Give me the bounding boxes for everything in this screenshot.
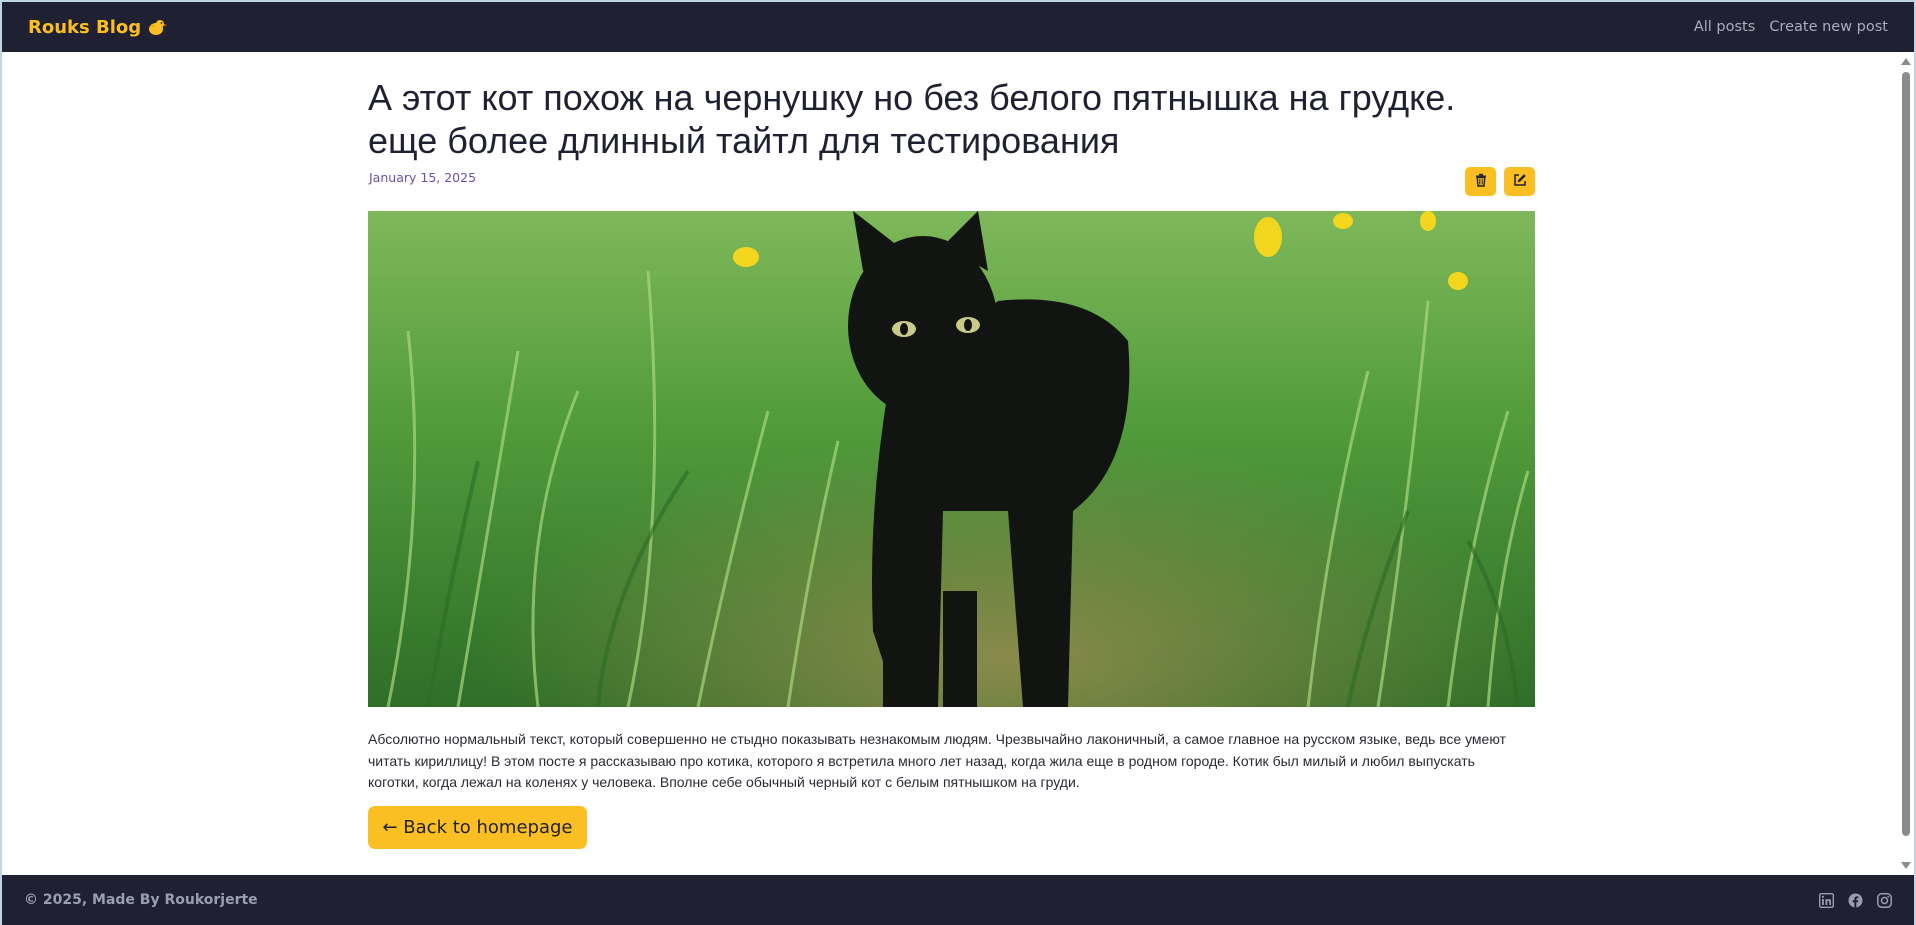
post-date: January 15, 2025 <box>369 170 477 185</box>
post-title: А этот кот похож на чернушку но без бело… <box>368 77 1456 161</box>
site-footer: © 2025, Made By Roukorjerte <box>2 875 1914 925</box>
back-to-homepage-button[interactable]: ← Back to homepage <box>368 806 587 849</box>
main-nav: All posts Create new post <box>1694 19 1888 35</box>
scroll-up-icon[interactable] <box>1901 58 1911 65</box>
page-scrollbar[interactable] <box>1898 52 1914 875</box>
brand-logo[interactable]: Rouks Blog <box>28 16 168 38</box>
scroll-down-icon[interactable] <box>1901 862 1911 869</box>
top-navbar: Rouks Blog All posts Create new post <box>2 2 1914 52</box>
scroll-thumb[interactable] <box>1902 72 1910 836</box>
copyright-text: © 2025, Made By Roukorjerte <box>24 892 258 908</box>
edit-post-button[interactable] <box>1504 167 1535 196</box>
nav-create-new-post[interactable]: Create new post <box>1769 19 1888 35</box>
instagram-icon[interactable] <box>1877 892 1892 908</box>
chick-icon <box>147 18 168 36</box>
post-image <box>368 211 1535 707</box>
trash-icon <box>1474 172 1488 191</box>
brand-name: Rouks Blog <box>28 16 142 38</box>
delete-post-button[interactable] <box>1465 167 1496 196</box>
facebook-icon[interactable] <box>1848 893 1863 908</box>
linkedin-icon[interactable] <box>1818 892 1835 908</box>
post-body: Абсолютно нормальный текст, который сове… <box>368 731 1506 790</box>
edit-icon <box>1513 172 1527 191</box>
nav-all-posts[interactable]: All posts <box>1694 19 1755 35</box>
page-content: А этот кот похож на чернушку но без бело… <box>2 52 1898 875</box>
social-links <box>1818 892 1892 908</box>
post-actions <box>1465 167 1535 196</box>
